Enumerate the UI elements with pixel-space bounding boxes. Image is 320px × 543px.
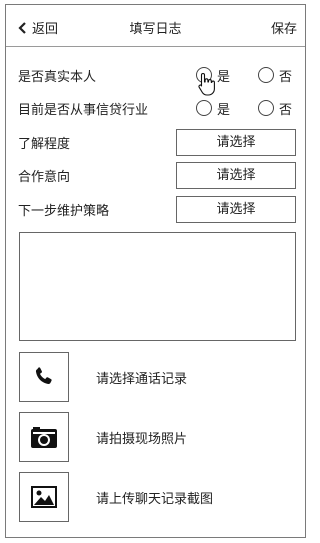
camera-icon-box[interactable] [19,412,69,462]
call-record-button[interactable]: 请选择通话记录 [19,352,297,402]
image-icon [31,486,57,508]
radio-no-real-person[interactable]: 否 [258,66,292,85]
chat-screenshot-button[interactable]: 请上传聊天记录截图 [19,472,297,522]
radio-no-label: 否 [279,69,293,85]
call-record-label: 请选择通话记录 [96,372,188,387]
notes-textarea[interactable] [19,232,296,341]
hand-cursor-icon [198,72,215,96]
strategy-select[interactable]: 请选择 [176,196,296,223]
nav-header: 返回 填写日志 保存 [6,5,305,47]
radio-no-credit-industry[interactable]: 否 [258,99,292,118]
select-label: 下一步维护策略 [18,203,110,219]
radio-circle[interactable] [258,100,274,116]
site-photo-label: 请拍摄现场照片 [96,432,188,447]
phone-frame: 返回 填写日志 保存 是否真实本人 是 否 目前是否从事信贷行业 是 否 了解程… [5,4,306,538]
phone-icon-box[interactable] [19,352,69,402]
radio-circle[interactable] [258,67,274,83]
select-label: 了解程度 [18,136,71,152]
question-real-person: 是否真实本人 是 否 [18,63,296,87]
radio-yes-label: 是 [217,69,231,85]
phone-icon [35,367,52,385]
understanding-select[interactable]: 请选择 [176,129,296,156]
question-label: 是否真实本人 [18,69,97,85]
radio-circle[interactable] [196,100,212,116]
image-icon-box[interactable] [19,472,69,522]
question-credit-industry: 目前是否从事信贷行业 是 否 [18,96,296,120]
chat-screenshot-label: 请上传聊天记录截图 [96,492,214,507]
select-label: 合作意向 [18,169,71,185]
save-button[interactable]: 保存 [271,18,297,37]
radio-no-label: 否 [279,102,293,118]
page-title: 填写日志 [129,22,182,37]
question-label: 目前是否从事信贷行业 [18,102,149,118]
site-photo-button[interactable]: 请拍摄现场照片 [19,412,297,462]
radio-yes-label: 是 [217,102,231,118]
cooperation-select[interactable]: 请选择 [176,162,296,189]
camera-icon [31,427,57,448]
radio-yes-credit-industry[interactable]: 是 [196,99,230,118]
